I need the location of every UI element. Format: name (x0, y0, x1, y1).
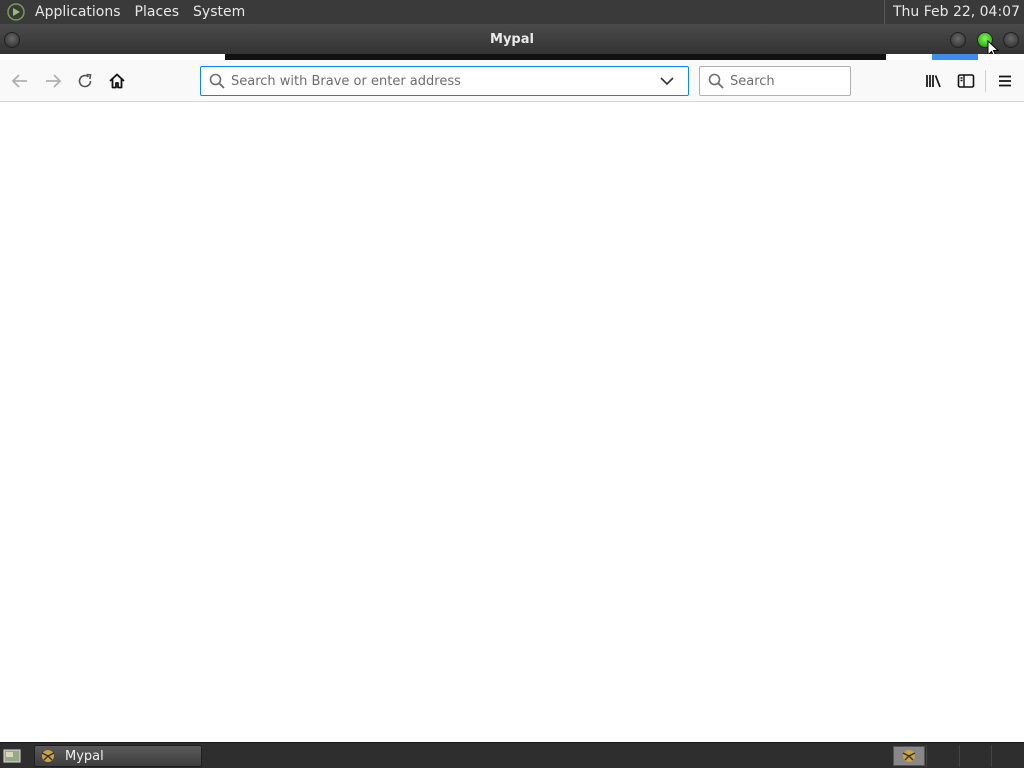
sidebar-icon (957, 74, 975, 88)
forward-button[interactable] (39, 67, 67, 95)
show-desktop-button[interactable] (2, 746, 22, 766)
menu-applications[interactable]: Applications (28, 0, 128, 24)
workspace-switcher-mypal[interactable] (893, 746, 925, 766)
page-content[interactable] (0, 102, 1024, 742)
mypal-app-icon (902, 750, 916, 762)
desktop-icon (3, 749, 21, 763)
reload-button[interactable] (71, 67, 99, 95)
home-icon (109, 73, 125, 89)
toolbar-separator (985, 70, 986, 92)
distro-logo-icon[interactable] (4, 0, 28, 24)
window-titlebar[interactable]: Mypal (0, 24, 1024, 58)
chevron-down-icon[interactable] (659, 73, 675, 89)
menu-places[interactable]: Places (128, 0, 187, 24)
library-icon (926, 75, 941, 88)
sidebar-button[interactable] (952, 67, 980, 95)
search-icon (209, 73, 225, 89)
bottom-taskbar: Mypal (0, 742, 1024, 768)
workspace-4[interactable] (991, 745, 1023, 767)
forward-arrow-icon (46, 74, 62, 88)
mypal-app-icon (41, 750, 55, 762)
window-title: Mypal (490, 32, 534, 47)
back-button[interactable] (6, 67, 34, 95)
top-panel: Applications Places System Thu Feb 22, 0… (0, 0, 1024, 24)
search-bar[interactable] (699, 66, 851, 96)
url-bar[interactable] (200, 66, 689, 96)
library-button[interactable] (920, 67, 948, 95)
taskbar-item-mypal[interactable]: Mypal (34, 745, 202, 767)
workspace-2[interactable] (926, 745, 958, 767)
menu-system[interactable]: System (186, 0, 252, 24)
back-arrow-icon (11, 74, 27, 88)
panel-clock[interactable]: Thu Feb 22, 04:07 (883, 0, 1020, 24)
url-input[interactable] (231, 68, 651, 94)
open-menu-button[interactable] (991, 67, 1019, 95)
close-button[interactable] (1003, 32, 1019, 48)
workspace-3[interactable] (959, 745, 991, 767)
search-icon (708, 73, 724, 89)
minimize-button[interactable] (950, 32, 966, 48)
navigation-toolbar (0, 60, 1024, 102)
hamburger-menu-icon (999, 75, 1011, 87)
search-input[interactable] (730, 68, 840, 94)
taskbar-item-label: Mypal (65, 748, 104, 764)
reload-icon (78, 73, 92, 88)
home-button[interactable] (103, 67, 131, 95)
